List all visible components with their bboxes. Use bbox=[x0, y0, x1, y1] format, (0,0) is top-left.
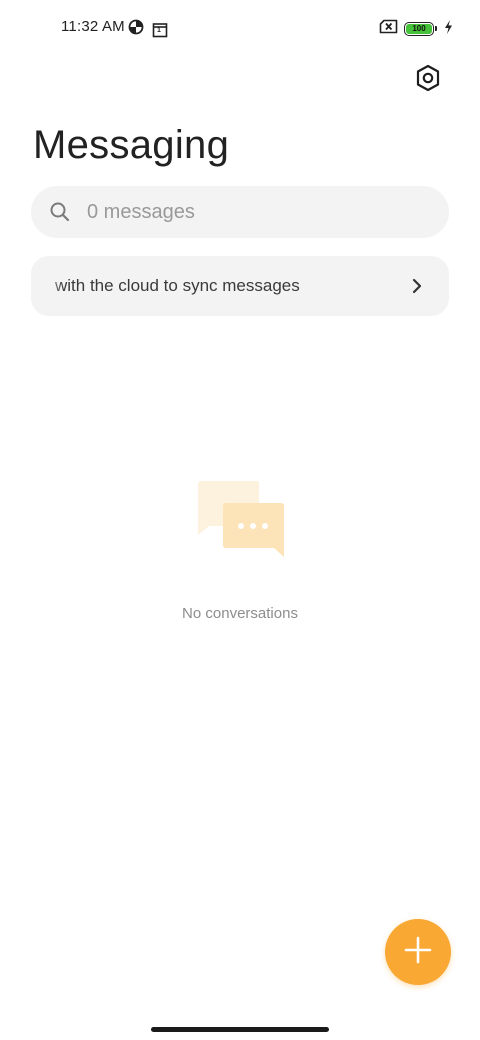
messaging-screen: 11:32 AM 1 100 Messaging 0 messages with… bbox=[0, 0, 480, 1040]
settings-button[interactable] bbox=[412, 64, 444, 96]
search-bar[interactable] bbox=[31, 186, 449, 238]
search-icon bbox=[49, 201, 71, 223]
status-bar: 11:32 AM 1 100 bbox=[0, 0, 480, 56]
home-indicator[interactable] bbox=[151, 1027, 329, 1032]
calendar-icon: 1 bbox=[152, 22, 168, 38]
status-left-icons: 1 bbox=[128, 19, 168, 40]
page-title: Messaging bbox=[33, 123, 230, 167]
chevron-right-icon bbox=[407, 276, 427, 296]
charging-icon bbox=[444, 19, 453, 39]
battery-icon: 100 bbox=[404, 22, 437, 36]
calendar-day: 1 bbox=[157, 26, 161, 34]
cloud-sync-label: with the cloud to sync messages bbox=[55, 276, 300, 295]
status-right-icons: 100 bbox=[379, 19, 453, 39]
plus-icon bbox=[403, 935, 433, 970]
battery-level: 100 bbox=[406, 24, 432, 34]
new-message-button[interactable] bbox=[385, 919, 451, 985]
chat-bubbles-icon bbox=[195, 478, 287, 560]
settings-icon bbox=[415, 64, 441, 97]
cloud-sync-banner[interactable]: with the cloud to sync messages bbox=[31, 256, 449, 316]
data-saver-icon bbox=[128, 19, 144, 40]
sync-fade bbox=[31, 256, 63, 316]
search-input[interactable] bbox=[87, 199, 427, 225]
status-time: 11:32 AM bbox=[61, 18, 125, 35]
empty-state-message: No conversations bbox=[182, 605, 298, 622]
no-sim-icon bbox=[379, 19, 398, 39]
